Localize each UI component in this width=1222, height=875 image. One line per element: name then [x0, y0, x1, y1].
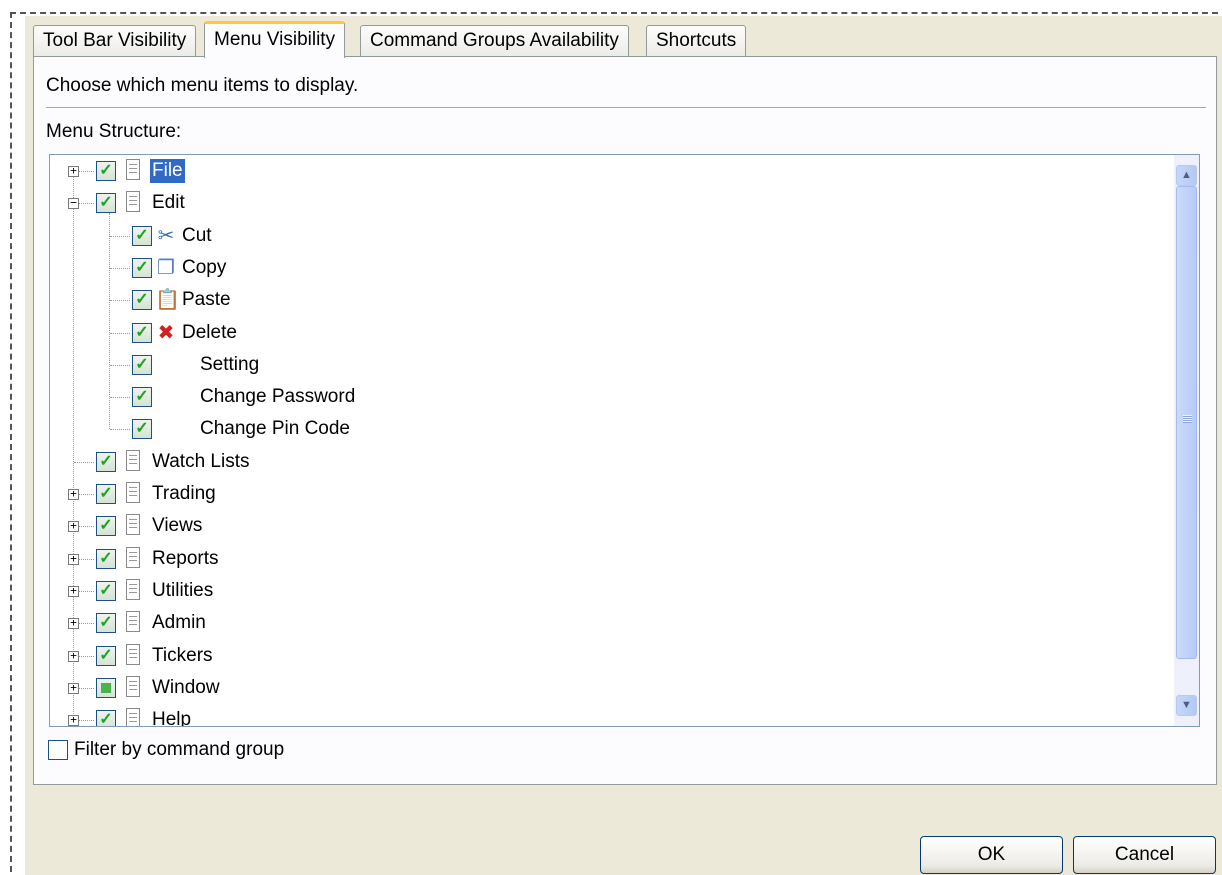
tree-item-label: Utilities [152, 579, 214, 601]
expand-icon[interactable]: + [68, 585, 79, 597]
tree-connector-line [74, 461, 94, 463]
customize-dialog: Tool Bar Visibility Menu Visibility Comm… [25, 16, 1222, 875]
expand-icon[interactable]: + [68, 714, 79, 726]
tree-item-label: Edit [152, 192, 185, 214]
tree-item-checkbox[interactable]: ✓ [96, 161, 116, 181]
tree-item-checkbox[interactable]: ✓ [96, 580, 116, 601]
document-icon [126, 159, 140, 180]
tree-item-checkbox[interactable]: ✓ [132, 387, 152, 408]
paste-icon: 📋 [155, 289, 180, 312]
tree-connector-line [110, 235, 130, 237]
tree-item-label: Admin [152, 612, 206, 634]
tree-connector-line [110, 332, 130, 334]
menu-structure-label: Menu Structure: [46, 121, 182, 142]
tree-connector-line [110, 267, 130, 269]
tab-command-groups-availability[interactable]: Command Groups Availability [360, 25, 629, 57]
tree-connector-line [110, 397, 130, 399]
tree-item-checkbox[interactable]: ✓ [132, 225, 152, 246]
tab-shortcuts[interactable]: Shortcuts [646, 25, 747, 57]
scissors-icon: ✂ [157, 224, 175, 247]
scroll-grip-icon [1183, 415, 1192, 423]
tree-item-checkbox[interactable]: ✓ [132, 322, 152, 343]
tree-item-label: Watch Lists [152, 450, 250, 472]
tree-item-label: Help [152, 709, 192, 727]
filter-checkbox[interactable] [48, 740, 68, 760]
tree-item-checkbox[interactable]: ✓ [132, 419, 152, 440]
tree-connector-line [110, 364, 130, 366]
tree-item-checkbox[interactable]: ✓ [96, 548, 116, 569]
tree-connector-line [110, 429, 130, 431]
vertical-scrollbar[interactable]: ▲ ▼ [1174, 155, 1199, 726]
tree-item-checkbox[interactable] [96, 677, 116, 698]
tree-item-label: Change Password [200, 386, 356, 408]
expand-icon[interactable]: + [68, 650, 79, 662]
tree-item-checkbox[interactable]: ✓ [96, 516, 116, 537]
document-icon [126, 449, 140, 471]
tree-item-label: Paste [182, 289, 231, 311]
document-icon [126, 514, 140, 536]
delete-x-icon: ✖ [157, 321, 175, 344]
document-icon [126, 643, 140, 665]
tree-item-checkbox[interactable]: ✓ [96, 710, 116, 726]
instruction-text: Choose which menu items to display. [46, 75, 359, 96]
tree-item-label: Setting [200, 353, 260, 375]
tree-item-checkbox[interactable]: ✓ [96, 645, 116, 666]
tree-item-checkbox[interactable]: ✓ [132, 354, 152, 375]
tree-item-label: Change Pin Code [200, 418, 350, 440]
cancel-button[interactable]: Cancel [1073, 836, 1216, 874]
expand-icon[interactable]: + [68, 520, 79, 533]
scroll-up-button[interactable]: ▲ [1176, 165, 1197, 186]
ok-button[interactable]: OK [920, 836, 1063, 874]
menu-structure-tree[interactable]: + ✓ File − ✓ Edit ✓ ✂ Cut ✓ ❐ Copy ✓ 📋 Paste ✓ ✖ Delete ✓ S… [49, 154, 1200, 727]
expand-icon[interactable]: + [68, 165, 79, 177]
document-icon [126, 482, 140, 503]
tree-item-checkbox[interactable]: ✓ [96, 613, 116, 634]
tree-item-label: Tickers [152, 644, 213, 666]
expand-icon[interactable]: + [68, 617, 79, 630]
document-icon [126, 708, 140, 726]
tree-item-checkbox[interactable]: ✓ [96, 193, 116, 214]
tree-item-label: File [150, 159, 185, 183]
document-icon [126, 611, 140, 633]
scroll-down-button[interactable]: ▼ [1176, 695, 1197, 716]
document-icon [126, 191, 140, 213]
document-icon [126, 546, 140, 568]
copy-icon: ❐ [157, 256, 175, 279]
separator [46, 107, 1206, 109]
expand-icon[interactable]: + [68, 682, 79, 694]
document-icon [126, 675, 140, 697]
menu-visibility-panel: Choose which menu items to display. Menu… [33, 56, 1217, 785]
collapse-icon[interactable]: − [68, 197, 79, 210]
filter-label: Filter by command group [74, 739, 285, 760]
tab-menu-visibility[interactable]: Menu Visibility [204, 21, 346, 58]
tree-item-label: Delete [182, 321, 237, 343]
tree-item-checkbox[interactable]: ✓ [132, 257, 152, 278]
tree-item-label: Cut [182, 224, 212, 246]
tree-connector-line [110, 300, 130, 302]
tree-item-label: Copy [182, 256, 227, 278]
tree-item-label: Views [152, 515, 203, 537]
tree-connector-line [73, 177, 74, 726]
scroll-thumb[interactable] [1176, 186, 1197, 659]
tree-item-checkbox[interactable]: ✓ [96, 451, 116, 472]
tree-item-checkbox[interactable]: ✓ [96, 484, 116, 504]
tree-item-checkbox[interactable]: ✓ [132, 290, 152, 311]
tree-item-label: Window [152, 676, 220, 698]
expand-icon[interactable]: + [68, 553, 79, 565]
expand-icon[interactable]: + [68, 488, 79, 500]
tab-toolbar-visibility[interactable]: Tool Bar Visibility [33, 25, 197, 57]
tree-item-label: Reports [152, 547, 219, 569]
tree-item-label: Trading [152, 483, 216, 504]
document-icon [126, 578, 140, 600]
